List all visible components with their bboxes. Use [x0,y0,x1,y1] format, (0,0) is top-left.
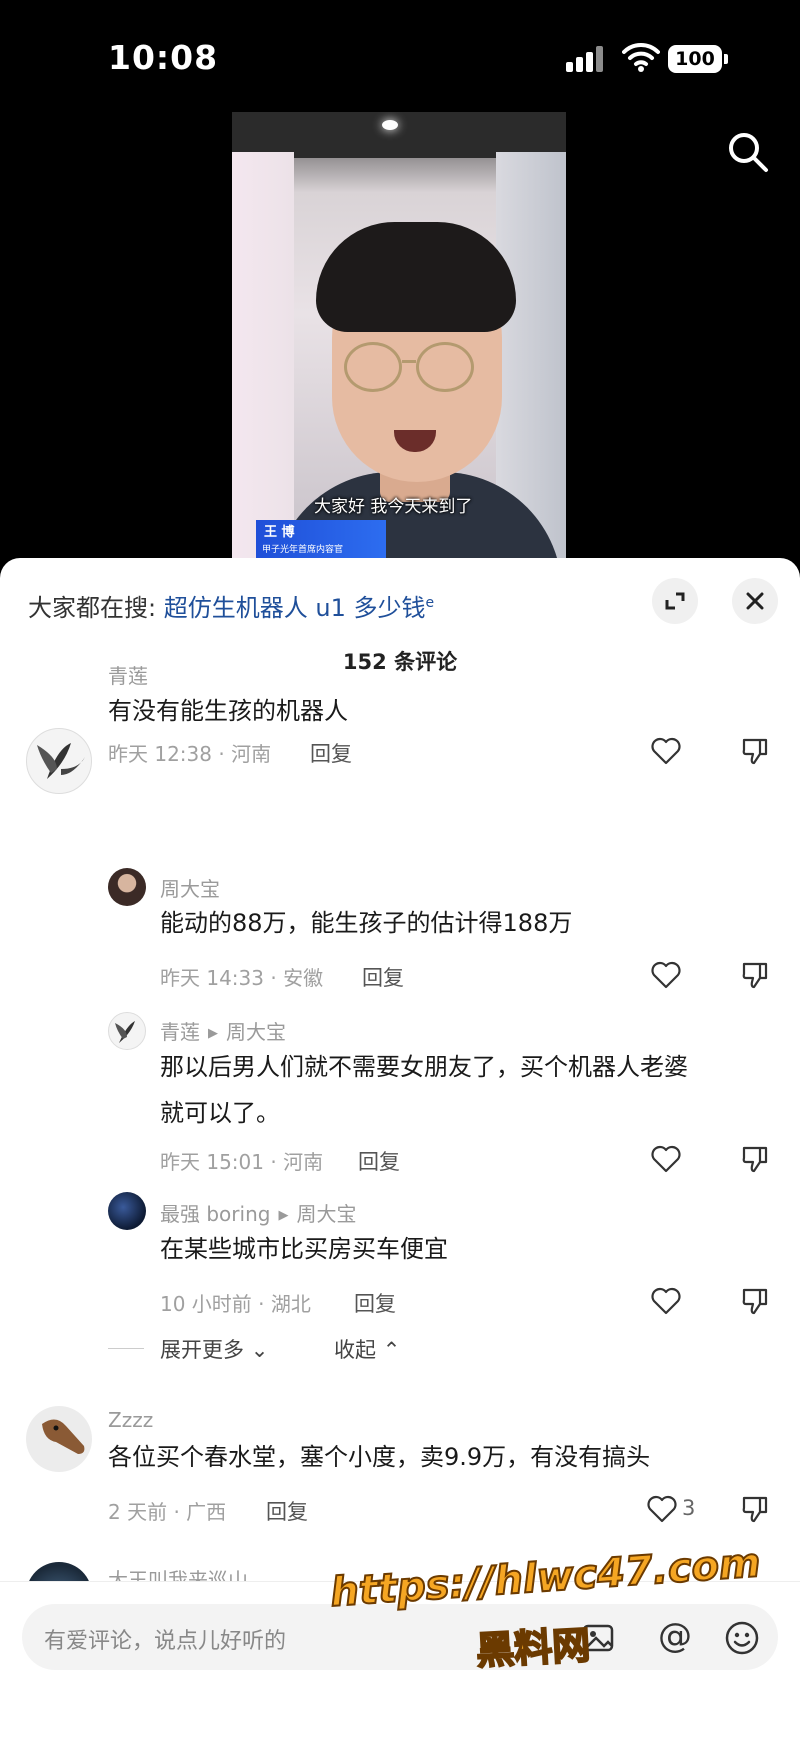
reply-button[interactable]: 回复 [310,738,352,768]
status-time: 10:08 [108,38,219,77]
thumbs-down-icon[interactable] [740,1494,770,1524]
reply-text: 那以后男人们就不需要女朋友了，买个机器人老婆 就可以了。 [160,1053,688,1127]
hot-search-keyword[interactable]: 超仿生机器人 u1 多少钱 [164,594,426,622]
reply-username[interactable]: 最强 boring ▶ 周大宝 [160,1198,356,1227]
search-icon[interactable] [726,130,770,174]
video-subtitle: 大家好 我今天来到了 [314,497,473,517]
comment-text: 各位买个春水堂，塞个小度，卖9.9万，有没有搞头 [108,1443,651,1471]
avatar[interactable] [108,1192,146,1230]
divider [108,1348,144,1349]
heart-icon[interactable] [650,1144,682,1174]
heart-icon[interactable] [650,736,682,766]
heart-icon[interactable] [650,960,682,990]
name-tag-org: 甲子光年首席内容官 [262,545,344,555]
reply-button[interactable]: 回复 [354,1288,396,1318]
status-bar: 10:08 100 [0,0,800,110]
thumbs-down-icon[interactable] [740,1144,770,1174]
reply-button[interactable]: 回复 [362,962,404,992]
close-button[interactable] [732,578,778,624]
reply-arrow-icon: ▶ [208,1026,218,1041]
expand-icon [665,592,685,610]
watermark-name: 黑料网 [474,1622,592,1674]
reply-button[interactable]: 回复 [266,1496,308,1526]
heart-icon[interactable] [646,1494,678,1524]
expand-more-button[interactable]: 展开更多 ⌄ [160,1334,268,1364]
like-count: 3 [682,1496,696,1520]
reply-arrow-icon: ▶ [278,1208,289,1223]
battery-icon: 100 [668,45,728,73]
avatar[interactable] [26,1406,92,1472]
wifi-icon [622,42,660,72]
thumbs-down-icon[interactable] [740,736,770,766]
video-player[interactable]: 大家好 我今天来到了 王 博 甲子光年首席内容官 [232,112,566,560]
comment-username[interactable]: Zzzz [108,1408,153,1432]
thumbs-down-icon[interactable] [740,960,770,990]
hot-search[interactable]: 大家都在搜: 超仿生机器人 u1 多少钱𝖾 [28,588,434,623]
comment-input-placeholder: 有爱评论，说点儿好听的 [44,1629,287,1654]
collapse-button[interactable]: 收起 ⌃ [334,1334,400,1364]
reply-username[interactable]: 周大宝 [160,873,220,902]
hot-search-label: 大家都在搜: [28,594,157,622]
reply-text: 能动的88万，能生孩子的估计得188万 [160,909,573,937]
reply-button[interactable]: 回复 [358,1146,400,1176]
comment-text: 有没有能生孩的机器人 [108,697,348,725]
thumbs-down-icon[interactable] [740,1286,770,1316]
name-tag-name: 王 博 [264,525,295,540]
reply-meta: 昨天 15:01 · 河南 [160,1150,324,1174]
lotus-avatar-icon [37,743,85,779]
reply-text: 在某些城市比买房买车便宜 [160,1235,448,1263]
comment-meta: 昨天 12:38 · 河南 [108,742,272,766]
expand-button[interactable] [652,578,698,624]
chevron-down-icon: ⌄ [250,1338,269,1362]
comment-meta: 2 天前 · 广西 [108,1500,227,1524]
reply-meta: 昨天 14:33 · 安徽 [160,966,324,990]
close-icon [746,592,764,610]
video-name-tag: 王 博 甲子光年首席内容官 [256,520,386,560]
chevron-up-icon: ⌃ [382,1338,401,1362]
avatar[interactable] [26,728,92,794]
reply-username[interactable]: 青莲 ▶ 周大宝 [160,1016,286,1045]
avatar[interactable] [108,1012,146,1050]
reply-meta: 10 小时前 · 湖北 [160,1292,311,1316]
search-icon: 𝖾 [425,595,435,611]
signal-icon [566,46,610,72]
avatar[interactable] [108,868,146,906]
lotus-avatar-icon [115,1021,135,1043]
watermark: https://hlwc47.com 黑料网 [328,1539,763,1685]
comment-username[interactable]: 青莲 [108,660,148,689]
heart-icon[interactable] [650,1286,682,1316]
horse-avatar-icon [42,1419,85,1454]
